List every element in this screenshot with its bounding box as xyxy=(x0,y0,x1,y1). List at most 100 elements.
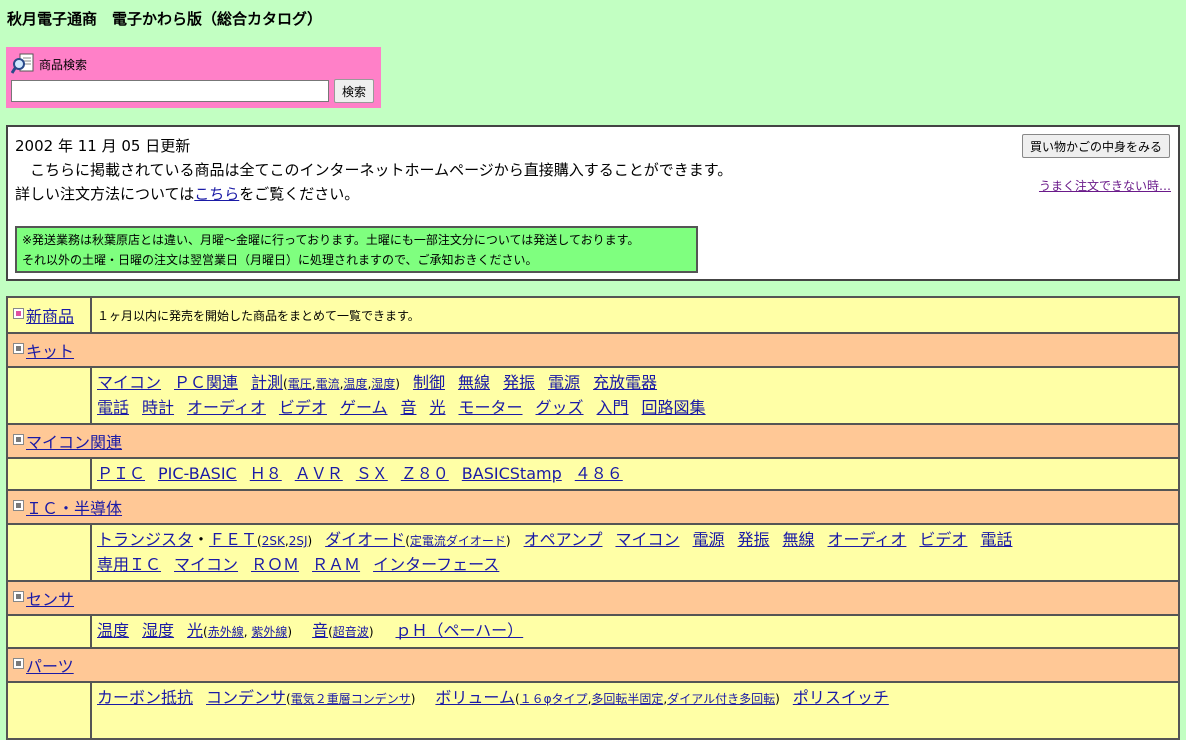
sensor-link[interactable]: 湿度 xyxy=(142,621,174,640)
kit-link[interactable]: ビデオ xyxy=(279,398,327,417)
bullet-icon xyxy=(13,342,24,354)
parts-link[interactable]: カーボン抵抗 xyxy=(97,688,193,707)
sensor-sublink[interactable]: 超音波 xyxy=(333,625,369,639)
kit-link[interactable]: 無線 xyxy=(458,373,490,392)
new-products-desc: １ヶ月以内に発売を開始した商品をまとめて一覧できます。 xyxy=(90,296,1180,334)
micom-link[interactable]: Ｈ８ xyxy=(250,464,282,483)
view-cart-button[interactable]: 買い物かごの中身をみる xyxy=(1021,134,1170,158)
parts-sublink[interactable]: ダイアル付き多回転 xyxy=(667,692,775,706)
kit-link[interactable]: マイコン xyxy=(97,373,161,392)
category-row-kit: キット xyxy=(6,332,1180,368)
micom-link[interactable]: BASICStamp xyxy=(462,464,562,483)
kit-link[interactable]: 制御 xyxy=(413,373,445,392)
category-row-micom: マイコン関連 xyxy=(6,423,1180,459)
kit-link[interactable]: ＰＣ関連 xyxy=(174,373,238,392)
micom-link[interactable]: ＰＩＣ xyxy=(97,464,145,483)
sensor-link[interactable]: 光 xyxy=(187,621,203,640)
sensor-sublink[interactable]: 赤外線 xyxy=(208,625,244,639)
category-link-new[interactable]: 新商品 xyxy=(26,303,74,327)
micom-link[interactable]: ＳＸ xyxy=(356,464,388,483)
ic-link[interactable]: オーディオ xyxy=(828,530,907,549)
kit-link[interactable]: 電源 xyxy=(548,373,580,392)
ic-sublink[interactable]: 2SJ xyxy=(289,534,308,548)
micom-link[interactable]: ４８６ xyxy=(575,464,623,483)
kit-link[interactable]: 計測 xyxy=(251,373,283,392)
search-header: 商品検索 xyxy=(10,52,376,76)
micom-link[interactable]: ＡＶＲ xyxy=(295,464,343,483)
order-trouble-link[interactable]: うまく注文できない時… xyxy=(1039,177,1171,194)
parts-link[interactable]: コンデンサ xyxy=(206,688,286,707)
bullet-icon xyxy=(13,307,24,319)
ic-link[interactable]: ビデオ xyxy=(919,530,967,549)
ic-sublink[interactable]: 定電流ダイオード xyxy=(410,534,506,548)
kit-link[interactable]: オーディオ xyxy=(187,398,266,417)
order-info-pre: 詳しい注文方法については xyxy=(15,185,195,203)
kit-link[interactable]: 回路図集 xyxy=(642,398,706,417)
kit-link[interactable]: 発振 xyxy=(503,373,535,392)
search-input[interactable] xyxy=(11,80,329,102)
kit-sublink[interactable]: 電流 xyxy=(316,377,340,391)
order-info-post: をご覧ください。 xyxy=(239,185,360,203)
search-button[interactable]: 検索 xyxy=(334,79,375,103)
bullet-icon xyxy=(13,657,24,669)
kit-link[interactable]: 光 xyxy=(429,398,445,417)
ic-link[interactable]: 発振 xyxy=(738,530,770,549)
search-row: 検索 xyxy=(11,79,376,103)
sensor-link[interactable]: 音 xyxy=(312,621,328,640)
category-link-ic[interactable]: ＩＣ・半導体 xyxy=(26,495,122,519)
update-date: 2002 年 11 月 05 日更新 xyxy=(15,137,191,155)
kit-link[interactable]: 時計 xyxy=(142,398,174,417)
ic-link[interactable]: トランジスタ xyxy=(97,530,193,549)
ic-link[interactable]: ＲＯＭ xyxy=(251,555,299,574)
magnifier-document-icon xyxy=(10,52,37,76)
ic-link[interactable]: オペアンプ xyxy=(524,530,603,549)
ic-link[interactable]: 電源 xyxy=(692,530,724,549)
category-row-sensor: センサ xyxy=(6,580,1180,616)
parts-sublink[interactable]: 多回転半固定 xyxy=(591,692,663,706)
ic-link[interactable]: マイコン xyxy=(615,530,679,549)
kit-sublink[interactable]: 電圧 xyxy=(288,377,312,391)
micom-link[interactable]: Ｚ８０ xyxy=(401,464,449,483)
kit-links: マイコン ＰＣ関連 計測(電圧,電流,温度,湿度) 制御 無線 発振 電源 充放電器 電話 時計… xyxy=(90,366,1180,425)
sensor-link[interactable]: ｐＨ（ペーハー） xyxy=(396,621,524,640)
category-link-micom[interactable]: マイコン関連 xyxy=(26,429,122,453)
kit-link[interactable]: 音 xyxy=(400,398,416,417)
kit-sublink[interactable]: 温度 xyxy=(343,377,367,391)
ic-link[interactable]: ＦＥＴ xyxy=(209,530,257,549)
bullet-icon xyxy=(13,590,24,602)
kit-sublink[interactable]: 湿度 xyxy=(371,377,395,391)
category-link-parts[interactable]: パーツ xyxy=(26,653,74,677)
ic-link[interactable]: マイコン xyxy=(174,555,238,574)
ic-link[interactable]: インターフェース xyxy=(373,555,499,574)
parts-link[interactable]: ボリューム xyxy=(435,688,515,707)
kit-link[interactable]: 充放電器 xyxy=(593,373,657,392)
category-link-kit[interactable]: キット xyxy=(26,338,74,362)
kit-link[interactable]: モーター xyxy=(459,398,523,417)
ic-link[interactable]: 専用ＩＣ xyxy=(97,555,161,574)
category-cell-parts: パーツ xyxy=(6,647,1180,683)
parts-sublink[interactable]: 電気２重層コンデンサ xyxy=(291,692,411,706)
kit-link[interactable]: 電話 xyxy=(97,398,129,417)
kit-link[interactable]: 入門 xyxy=(597,398,629,417)
sensor-link[interactable]: 温度 xyxy=(97,621,129,640)
ic-link[interactable]: ＲＡＭ xyxy=(312,555,360,574)
micom-link[interactable]: PIC-BASIC xyxy=(158,464,237,483)
category-cell-sensor: センサ xyxy=(6,580,1180,616)
product-search-box: 商品検索 検索 xyxy=(6,47,381,108)
kit-link[interactable]: ゲーム xyxy=(340,398,388,417)
subcategory-row-parts: カーボン抵抗 コンデンサ(電気２重層コンデンサ) ボリューム(１６φタイプ,多回転半… xyxy=(6,681,1180,740)
parts-sublink[interactable]: １６φタイプ xyxy=(520,692,588,706)
ic-link[interactable]: 電話 xyxy=(980,530,1012,549)
search-label: 商品検索 xyxy=(39,57,88,72)
order-method-link[interactable]: こちら xyxy=(194,185,239,203)
parts-link[interactable]: ポリスイッチ xyxy=(793,688,889,707)
category-link-sensor[interactable]: センサ xyxy=(26,586,74,610)
category-cell-ic: ＩＣ・半導体 xyxy=(6,489,1180,525)
category-cell-kit: キット xyxy=(6,332,1180,368)
kit-link[interactable]: グッズ xyxy=(536,398,584,417)
ic-sublink[interactable]: 2SK xyxy=(262,534,285,548)
ic-link[interactable]: 無線 xyxy=(783,530,815,549)
sensor-sublink[interactable]: 紫外線 xyxy=(251,625,287,639)
ic-link[interactable]: ダイオード xyxy=(325,530,405,549)
notice-line-2: それ以外の土曜・日曜の注文は翌営業日（月曜日）に処理されますので、ご承知おきくだ… xyxy=(22,253,538,267)
